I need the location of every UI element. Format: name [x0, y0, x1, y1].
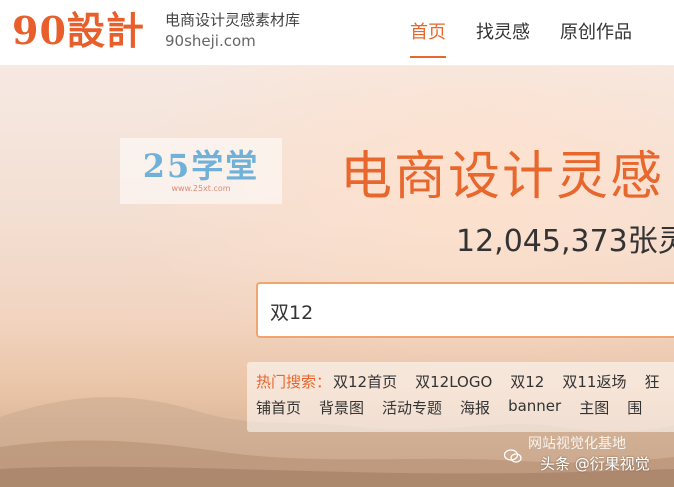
hot-search-item[interactable]: 围	[627, 397, 642, 418]
site-header: 90設計 电商设计灵感素材库 90sheji.com 首页 找灵感 原创作品	[0, 0, 674, 66]
wechat-icon	[504, 449, 522, 463]
hot-search-item[interactable]: 海报	[460, 397, 490, 418]
nav-item-find-inspiration[interactable]: 找灵感	[476, 18, 530, 44]
hot-search-item[interactable]: 双12首页	[333, 371, 397, 392]
hot-search-item[interactable]: 背景图	[319, 397, 364, 418]
source-watermark: 网站视觉化基地 头条 @衍果视觉	[504, 419, 674, 487]
hot-search-item[interactable]: 铺首页	[256, 397, 301, 418]
watermark-line-1-text: 网站视觉化基地	[528, 436, 626, 452]
watermark-25xuetang: 25学堂 www.25xt.com	[120, 138, 282, 204]
logo-mark: 90設計	[12, 8, 145, 53]
hot-searches-row-1: 热门搜索： 双12首页 双12LOGO 双12 双11返场 狂	[256, 371, 659, 392]
hot-search-item[interactable]: 主图	[579, 397, 609, 418]
watermark-big-text: 25学堂	[142, 147, 260, 185]
site-logo[interactable]: 90設計	[12, 8, 145, 54]
main-nav: 首页 找灵感 原创作品	[410, 18, 632, 58]
watermark-line-1: 网站视觉化基地	[504, 433, 626, 463]
hot-searches-row-2: 铺首页 背景图 活动专题 海报 banner 主图 围	[256, 397, 642, 418]
hero-title: 电商设计灵感	[340, 147, 665, 207]
search-box[interactable]	[256, 282, 674, 338]
hot-search-item[interactable]: 双11返场	[562, 371, 626, 392]
hot-search-item[interactable]: 双12LOGO	[415, 371, 492, 392]
watermark-url: www.25xt.com	[171, 184, 231, 193]
hero-banner: 25学堂 www.25xt.com 电商设计灵感 12,045,373张灵 热门…	[0, 66, 674, 487]
nav-item-original-works[interactable]: 原创作品	[560, 18, 632, 44]
hot-search-item[interactable]: 双12	[510, 371, 544, 392]
hot-searches-label: 热门搜索：	[256, 373, 332, 391]
hot-search-item[interactable]: 活动专题	[382, 397, 442, 418]
search-input[interactable]	[268, 294, 672, 328]
watermark-line-2: 头条 @衍果视觉	[540, 455, 650, 473]
logo-text: 电商设计灵感素材库 90sheji.com	[165, 10, 300, 52]
site-domain: 90sheji.com	[165, 32, 256, 50]
hot-search-item[interactable]: banner	[508, 397, 561, 418]
hero-subtitle: 12,045,373张灵	[456, 224, 674, 259]
nav-item-home[interactable]: 首页	[410, 18, 446, 58]
hot-search-item[interactable]: 狂	[644, 371, 659, 392]
site-slogan: 电商设计灵感素材库	[165, 11, 301, 29]
